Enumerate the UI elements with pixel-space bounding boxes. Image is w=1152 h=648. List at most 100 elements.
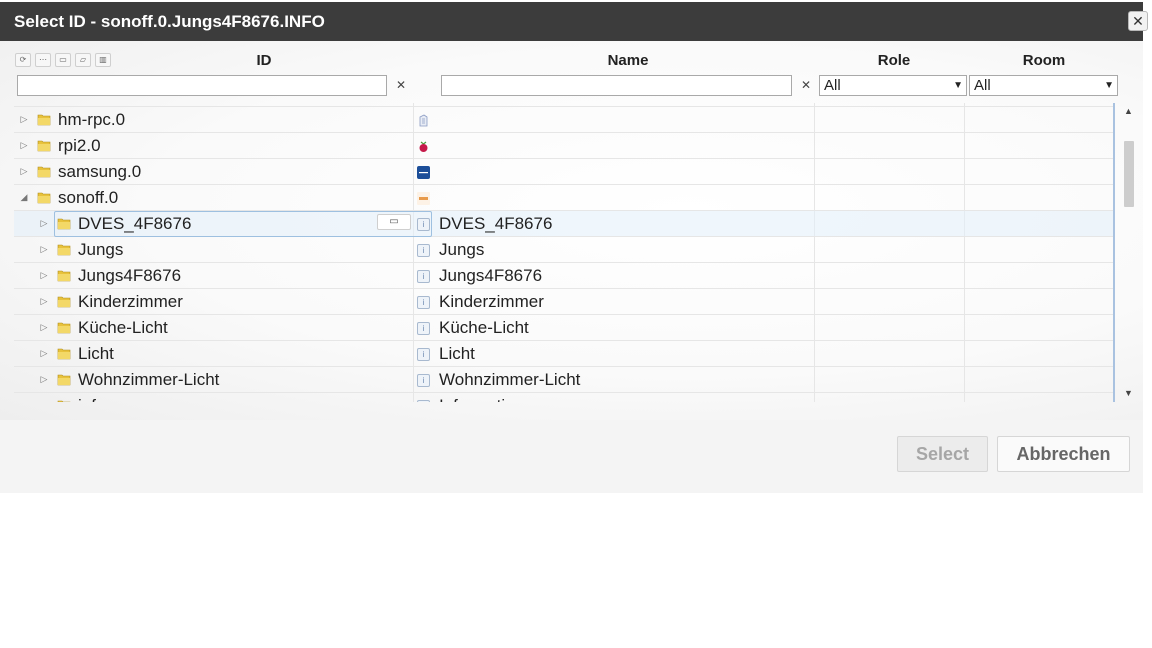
columns-icon: ▥ [99,55,107,64]
dialog-titlebar: Select ID - sonoff.0.Jungs4F8676.INFO ✕ [0,2,1148,41]
tree-row-name: DVES_4F8676 [439,214,553,233]
tree-row-id-label: hm-rpc.0 [58,110,126,129]
tree-row[interactable]: ▷ Jungs4F8676 i Jungs4F8676 [14,263,1113,289]
collapsed-caret-icon[interactable]: ▷ [39,218,49,229]
collapsed-caret-icon[interactable]: ▷ [39,296,49,307]
tree-row-name: Jungs [439,240,485,259]
clear-id-filter-button[interactable]: ✕ [394,77,408,93]
dialog-content: ⟳ ⋯ ▭ ▱ ▥ ID Name Role Room ✕ ✕ All ▼ Al… [0,41,1143,420]
collapsed-caret-icon[interactable]: ▷ [39,400,49,402]
collapsed-caret-icon[interactable]: ▷ [19,140,29,151]
tree-row[interactable]: ▷ DVES_4F8676 ▭ i DVES_4F8676 [14,211,1113,237]
device-icon: i [417,400,430,402]
copy-id-button[interactable]: ▭ [377,214,411,230]
folder-icon [37,190,51,204]
device-icon: i [417,244,430,257]
object-tree: ▷ hm-rpc.0 ▷ rpi2.0 ▷ samsung.0 ◢ sonoff.0 ▷ DVES… [14,103,1115,402]
tree-row-id-label: sonoff.0 [58,188,119,207]
collapse-folders-button[interactable]: ▭ [55,53,71,67]
tree-row[interactable]: ▷ samsung.0 [14,159,1113,185]
collapse-icon: ⋯ [39,55,47,64]
refresh-button[interactable]: ⟳ [15,53,31,67]
select-id-dialog: Select ID - sonoff.0.Jungs4F8676.INFO ✕ … [0,2,1148,493]
tree-row[interactable]: ▷ hm-rpc.0 [14,107,1113,133]
tree-row-id-label: Küche-Licht [78,318,168,337]
collapsed-caret-icon[interactable]: ▷ [39,374,49,385]
clear-name-filter-button[interactable]: ✕ [799,77,813,93]
close-icon: ✕ [1132,13,1144,29]
folder-open-icon: ▱ [79,55,87,64]
tree-row[interactable]: ▷ info i Information [14,393,1113,402]
tree-row[interactable]: ▷ rpi2.0 [14,133,1113,159]
folder-icon [57,216,71,230]
tree-row-name: Jungs4F8676 [439,266,543,285]
role-filter-select[interactable]: All ▼ [819,75,967,96]
tree-row[interactable]: ▷ Licht i Licht [14,341,1113,367]
close-button[interactable]: ✕ [1128,11,1148,31]
tree-row[interactable]: ▷ Küche-Licht i Küche-Licht [14,315,1113,341]
scrollbar-thumb[interactable] [1124,141,1134,207]
tree-row-id-label: info [78,396,105,402]
device-icon: i [417,374,430,387]
folder-icon [37,164,51,178]
column-header-role: Role [877,52,911,69]
refresh-icon: ⟳ [19,55,27,64]
scroll-up-arrow-icon[interactable]: ▲ [1124,106,1133,116]
tree-row[interactable]: ◢ sonoff.0 [14,185,1113,211]
tree-scrollbar[interactable]: ▲ ▼ [1121,103,1137,402]
collapsed-caret-icon[interactable]: ▷ [19,166,29,177]
clear-icon: ✕ [395,78,407,92]
device-icon: i [417,322,430,335]
tree-row-id-label: Jungs4F8676 [78,266,182,285]
folder-icon [37,138,51,152]
folder-icon [57,294,71,308]
collapsed-caret-icon[interactable]: ▷ [39,348,49,359]
tree-row-name: Information [439,396,524,402]
column-header-name: Name [607,52,649,69]
raspberry-pi-icon [417,140,430,153]
collapsed-caret-icon[interactable]: ▷ [39,244,49,255]
collapsed-caret-icon[interactable]: ▷ [39,322,49,333]
column-header-room: Room [1022,52,1066,69]
dropdown-arrow-icon: ▼ [1104,80,1114,91]
columns-button[interactable]: ▥ [95,53,111,67]
column-header-id: ID [256,52,272,69]
folder-icon [57,372,71,386]
id-filter-input[interactable] [17,75,387,96]
tree-row-id-label: Jungs [78,240,124,259]
tree-row-id-cell[interactable] [54,393,432,402]
scroll-down-arrow-icon[interactable]: ▼ [1124,388,1133,398]
folder-icon [57,346,71,360]
device-icon: i [417,218,430,231]
room-filter-select[interactable]: All ▼ [969,75,1118,96]
expanded-caret-icon[interactable]: ◢ [19,192,29,203]
select-button[interactable]: Select [897,436,988,472]
tree-row-name: Küche-Licht [439,318,529,337]
name-filter-input[interactable] [441,75,792,96]
tree-row-name: Kinderzimmer [439,292,544,311]
tree-row[interactable]: ▷ Kinderzimmer i Kinderzimmer [14,289,1113,315]
tree-row-id-label: Wohnzimmer-Licht [78,370,220,389]
collapse-all-button[interactable]: ⋯ [35,53,51,67]
tree-row-name: Wohnzimmer-Licht [439,370,581,389]
folder-icon [57,268,71,282]
folder-icon [57,398,71,402]
collapsed-caret-icon[interactable]: ▷ [39,270,49,281]
cancel-button[interactable]: Abbrechen [997,436,1130,472]
device-icon: i [417,296,430,309]
tree-row[interactable]: ▷ Jungs i Jungs [14,237,1113,263]
folder-icon [57,242,71,256]
tree-row-id-label: samsung.0 [58,162,142,181]
tree-row-id-label: Licht [78,344,114,363]
collapsed-caret-icon[interactable]: ▷ [19,114,29,125]
tree-row-id-label: Kinderzimmer [78,292,183,311]
sonoff-icon [417,192,430,205]
tree-row[interactable]: ▷ Wohnzimmer-Licht i Wohnzimmer-Licht [14,367,1113,393]
dialog-title: Select ID - sonoff.0.Jungs4F8676.INFO [14,12,325,31]
role-filter-value: All [824,77,841,94]
folder-closed-icon: ▭ [59,55,67,64]
clear-icon: ✕ [800,78,812,92]
expand-folders-button[interactable]: ▱ [75,53,91,67]
samsung-icon [417,166,430,179]
device-icon: i [417,270,430,283]
